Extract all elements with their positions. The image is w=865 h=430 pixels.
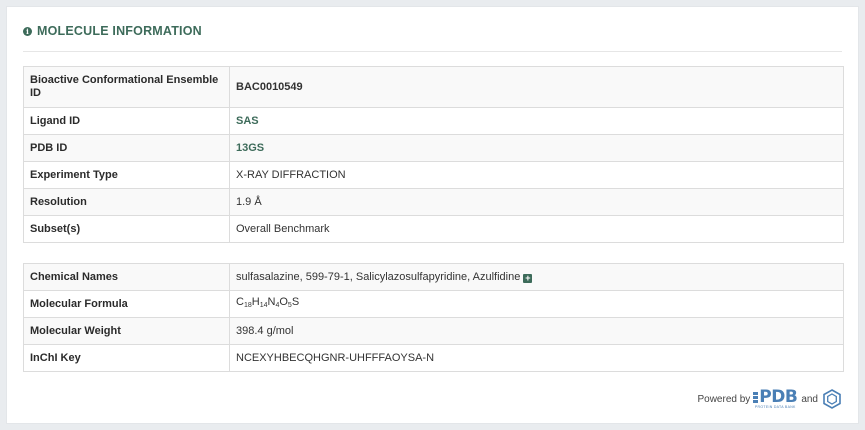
hexagon-logo-icon[interactable]	[822, 389, 842, 409]
table-row: InChI Key NCEXYHBECQHGNR-UHFFFAOYSA-N	[23, 344, 844, 372]
panel-title-text: MOLECULE INFORMATION	[37, 24, 202, 38]
row-label: Subset(s)	[23, 215, 230, 243]
row-label: Chemical Names	[23, 263, 230, 291]
identity-table: Bioactive Conformational Ensemble ID BAC…	[23, 66, 844, 243]
table-row: Molecular Weight 398.4 g/mol	[23, 317, 844, 345]
ligand-id-link[interactable]: SAS	[236, 115, 259, 127]
inchi-key-value: NCEXYHBECQHGNR-UHFFFAOYSA-N	[229, 344, 844, 372]
pdb-logo-subtext: PROTEIN DATA BANK	[754, 404, 796, 409]
powered-by: Powered by PDB PROTEIN DATA BANK and	[697, 386, 842, 409]
row-label: Ligand ID	[23, 107, 230, 135]
row-label: PDB ID	[23, 134, 230, 162]
table-row: Molecular Formula C18H14N4O5S	[23, 290, 844, 318]
chemical-table: Chemical Names sulfasalazine, 599-79-1, …	[23, 263, 844, 372]
row-label: InChI Key	[23, 344, 230, 372]
pdb-logo-mark-icon	[753, 391, 759, 403]
powered-by-text: Powered by	[697, 393, 751, 405]
plus-square-icon[interactable]: +	[523, 273, 533, 283]
oxygen-count: 5	[287, 302, 292, 309]
table-row: Bioactive Conformational Ensemble ID BAC…	[23, 66, 844, 108]
bace-id-value: BAC0010549	[229, 66, 844, 108]
pdb-id-cell: 13GS	[229, 134, 844, 162]
table-row: Subset(s) Overall Benchmark	[23, 215, 844, 243]
nitrogen-count: 4	[275, 302, 280, 309]
row-label: Resolution	[23, 188, 230, 216]
carbon-count: 18	[243, 302, 252, 309]
subset-value: Overall Benchmark	[229, 215, 844, 243]
panel-title: i MOLECULE INFORMATION	[23, 24, 202, 38]
molecular-weight-value: 398.4 g/mol	[229, 317, 844, 345]
table-row: Chemical Names sulfasalazine, 599-79-1, …	[23, 263, 844, 291]
row-label: Molecular Weight	[23, 317, 230, 345]
hydrogen-count: 14	[259, 302, 268, 309]
pdb-id-link[interactable]: 13GS	[236, 142, 264, 154]
table-row: Experiment Type X-RAY DIFFRACTION	[23, 161, 844, 189]
table-row: PDB ID 13GS	[23, 134, 844, 162]
resolution-value: 1.9 Å	[229, 188, 844, 216]
chemical-names-cell: sulfasalazine, 599-79-1, Salicylazosulfa…	[229, 263, 844, 291]
molecule-info-panel: i MOLECULE INFORMATION Bioactive Conform…	[6, 6, 859, 424]
and-text: and	[801, 393, 818, 405]
row-label: Bioactive Conformational Ensemble ID	[23, 66, 230, 108]
ligand-id-cell: SAS	[229, 107, 844, 135]
experiment-type-value: X-RAY DIFFRACTION	[229, 161, 844, 189]
row-label: Experiment Type	[23, 161, 230, 189]
chemical-names-value: sulfasalazine, 599-79-1, Salicylazosulfa…	[236, 270, 521, 283]
pdb-logo[interactable]: PDB PROTEIN DATA BANK	[753, 386, 798, 409]
pdb-logo-text: PDB	[759, 386, 798, 407]
title-divider	[23, 51, 842, 52]
info-circle-icon: i	[23, 26, 32, 36]
molecular-formula-value: C18H14N4O5S	[229, 290, 844, 318]
table-row: Resolution 1.9 Å	[23, 188, 844, 216]
row-label: Molecular Formula	[23, 290, 230, 318]
table-row: Ligand ID SAS	[23, 107, 844, 135]
